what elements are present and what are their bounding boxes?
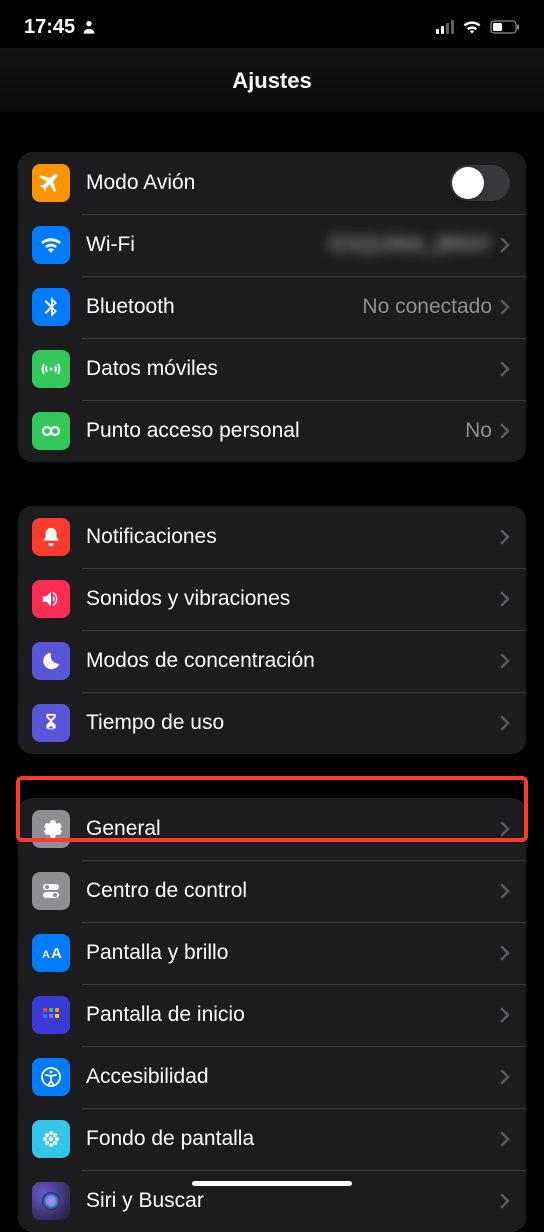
chevron-right-icon [500, 883, 510, 899]
chevron-right-icon [500, 1069, 510, 1085]
text-size-icon: AA [32, 934, 70, 972]
airplane-toggle[interactable] [450, 165, 510, 201]
row-label: Punto acceso personal [86, 419, 465, 443]
chevron-right-icon [500, 423, 510, 439]
speaker-icon [32, 580, 70, 618]
page-title: Ajustes [0, 68, 544, 94]
status-left: 17:45 [24, 16, 97, 39]
apps-grid-icon [32, 996, 70, 1034]
wifi-icon [32, 226, 70, 264]
chevron-right-icon [500, 1131, 510, 1147]
page-header: Ajustes [0, 48, 544, 112]
accessibility-icon [32, 1058, 70, 1096]
bell-icon [32, 518, 70, 556]
row-siri[interactable]: Siri y Buscar [18, 1170, 526, 1232]
chevron-right-icon [500, 715, 510, 731]
home-indicator[interactable] [192, 1181, 352, 1186]
row-label: General [86, 817, 500, 841]
row-control-center[interactable]: Centro de control [18, 860, 526, 922]
flower-icon [32, 1120, 70, 1158]
row-label: Datos móviles [86, 357, 500, 381]
row-label: Accesibilidad [86, 1065, 500, 1089]
svg-text:A: A [51, 945, 62, 962]
row-general[interactable]: General [18, 798, 526, 860]
hotspot-icon [32, 412, 70, 450]
chevron-right-icon [500, 653, 510, 669]
gear-icon [32, 810, 70, 848]
switches-icon [32, 872, 70, 910]
row-label: Siri y Buscar [86, 1189, 500, 1213]
cellular-signal-icon [436, 20, 454, 34]
settings-group-notifications: Notificaciones Sonidos y vibraciones Mod… [18, 506, 526, 754]
siri-icon [32, 1182, 70, 1220]
battery-icon [490, 20, 520, 34]
chevron-right-icon [500, 945, 510, 961]
moon-icon [32, 642, 70, 680]
row-label: Modo Avión [86, 171, 450, 195]
row-label: Wi-Fi [86, 233, 330, 257]
row-label: Pantalla y brillo [86, 941, 500, 965]
row-display[interactable]: AA Pantalla y brillo [18, 922, 526, 984]
row-label: Pantalla de inicio [86, 1003, 500, 1027]
chevron-right-icon [500, 821, 510, 837]
row-accessibility[interactable]: Accesibilidad [18, 1046, 526, 1108]
row-label: Sonidos y vibraciones [86, 587, 500, 611]
row-label: Fondo de pantalla [86, 1127, 500, 1151]
wifi-network-name: ESQUINA_BRAY [330, 233, 492, 257]
status-right [436, 19, 520, 35]
row-focus[interactable]: Modos de concentración [18, 630, 526, 692]
bluetooth-icon [32, 288, 70, 326]
row-sounds[interactable]: Sonidos y vibraciones [18, 568, 526, 630]
hourglass-icon [32, 704, 70, 742]
settings-group-connectivity: Modo Avión Wi-Fi ESQUINA_BRAY Bluetooth … [18, 152, 526, 462]
row-label: Notificaciones [86, 525, 500, 549]
row-wallpaper[interactable]: Fondo de pantalla [18, 1108, 526, 1170]
bluetooth-status: No conectado [362, 295, 492, 319]
status-bar: 17:45 [0, 0, 544, 48]
chevron-right-icon [500, 1007, 510, 1023]
row-label: Tiempo de uso [86, 711, 500, 735]
antenna-icon [32, 350, 70, 388]
chevron-right-icon [500, 237, 510, 253]
row-screentime[interactable]: Tiempo de uso [18, 692, 526, 754]
airplane-icon [32, 164, 70, 202]
chevron-right-icon [500, 1193, 510, 1209]
settings-content: Modo Avión Wi-Fi ESQUINA_BRAY Bluetooth … [0, 152, 544, 1232]
row-airplane-mode[interactable]: Modo Avión [18, 152, 526, 214]
row-notifications[interactable]: Notificaciones [18, 506, 526, 568]
row-hotspot[interactable]: Punto acceso personal No [18, 400, 526, 462]
person-icon [81, 19, 97, 35]
row-label: Modos de concentración [86, 649, 500, 673]
row-label: Bluetooth [86, 295, 362, 319]
row-bluetooth[interactable]: Bluetooth No conectado [18, 276, 526, 338]
hotspot-status: No [465, 419, 492, 443]
row-label: Centro de control [86, 879, 500, 903]
svg-text:A: A [42, 949, 50, 961]
row-home-screen[interactable]: Pantalla de inicio [18, 984, 526, 1046]
chevron-right-icon [500, 591, 510, 607]
row-cellular[interactable]: Datos móviles [18, 338, 526, 400]
status-time: 17:45 [24, 16, 75, 39]
chevron-right-icon [500, 361, 510, 377]
chevron-right-icon [500, 529, 510, 545]
settings-group-system: General Centro de control AA Pantalla y … [18, 798, 526, 1232]
row-wifi[interactable]: Wi-Fi ESQUINA_BRAY [18, 214, 526, 276]
chevron-right-icon [500, 299, 510, 315]
wifi-status-icon [462, 19, 482, 35]
